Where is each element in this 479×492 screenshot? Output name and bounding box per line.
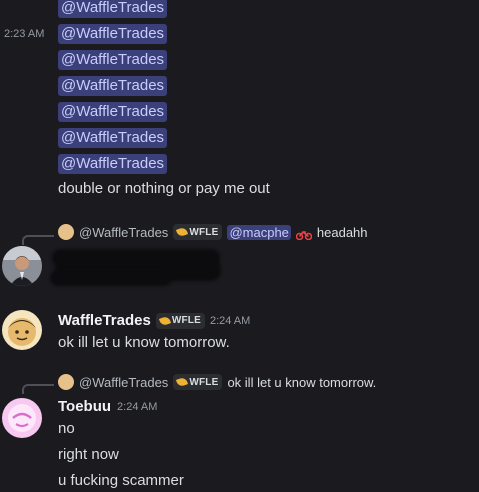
message-text: ok ill let u know tomorrow. <box>58 334 230 351</box>
guild-tag: WFLE <box>173 374 223 390</box>
user-mention[interactable]: @WaffleTrades <box>58 128 168 148</box>
user-mention[interactable]: @WaffleTrades <box>58 154 168 174</box>
bike-icon <box>295 227 313 241</box>
message-header: WaffleTrades WFLE 2:24 AM <box>58 312 250 329</box>
reply-spine <box>22 235 54 245</box>
message-text: right now <box>58 446 119 463</box>
message-text: u fucking scammer <box>58 472 184 489</box>
message-header: Toebuu 2:24 AM <box>58 398 157 415</box>
reply-username[interactable]: @WaffleTrades <box>79 375 168 390</box>
message-timestamp: 2:24 AM <box>117 400 158 413</box>
user-mention[interactable]: @WaffleTrades <box>58 0 168 18</box>
message-timestamp: 2:23 AM <box>4 28 45 40</box>
leaf-icon <box>176 376 189 388</box>
message-text: double or nothing or pay me out <box>58 180 270 197</box>
user-mention[interactable]: @WaffleTrades <box>58 76 168 96</box>
user-avatar[interactable] <box>2 246 42 286</box>
user-mention[interactable]: @WaffleTrades <box>58 102 168 122</box>
message-text: no <box>58 420 75 437</box>
username[interactable]: Toebuu <box>58 398 111 415</box>
redacted-scribble <box>50 270 172 286</box>
reply-text: headahh <box>316 224 368 240</box>
leaf-icon <box>158 315 171 326</box>
user-mention[interactable]: @WaffleTrades <box>58 24 168 44</box>
reply-preview[interactable]: @WaffleTrades WFLE @macphe headahh <box>58 224 368 241</box>
reply-preview[interactable]: @WaffleTrades WFLE ok ill let u know tom… <box>58 374 376 390</box>
waffle-avatar-mini <box>58 224 74 240</box>
reply-mention[interactable]: @macphe <box>227 224 291 240</box>
message-timestamp: 2:24 AM <box>209 314 251 327</box>
username[interactable]: WaffleTrades <box>58 312 151 329</box>
waffle-avatar-mini <box>58 374 74 390</box>
user-avatar[interactable] <box>2 310 42 350</box>
leaf-icon <box>176 226 189 238</box>
user-avatar[interactable] <box>2 398 42 438</box>
user-mention[interactable]: @WaffleTrades <box>58 50 168 70</box>
guild-tag[interactable]: WFLE <box>155 312 205 329</box>
reply-username[interactable]: @WaffleTrades <box>79 225 168 240</box>
reply-spine <box>22 384 54 394</box>
guild-tag: WFLE <box>173 224 223 240</box>
reply-text: ok ill let u know tomorrow. <box>227 374 377 390</box>
